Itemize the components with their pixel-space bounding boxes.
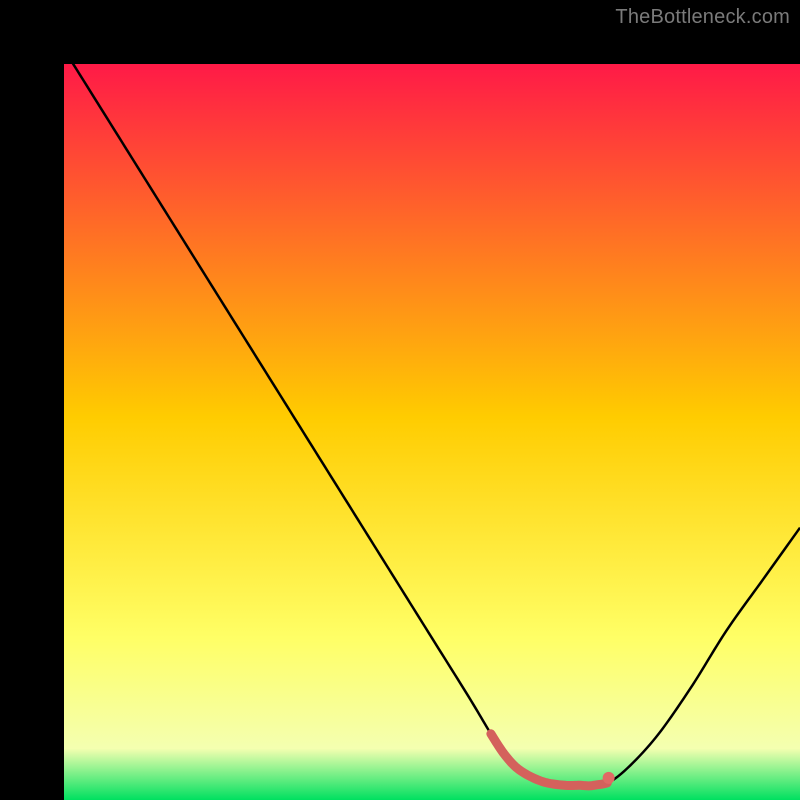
chart-frame	[0, 0, 800, 800]
highlight-dot	[603, 772, 615, 784]
plot-area	[64, 64, 800, 800]
watermark-text: TheBottleneck.com	[615, 6, 790, 29]
bottleneck-chart	[64, 64, 800, 800]
